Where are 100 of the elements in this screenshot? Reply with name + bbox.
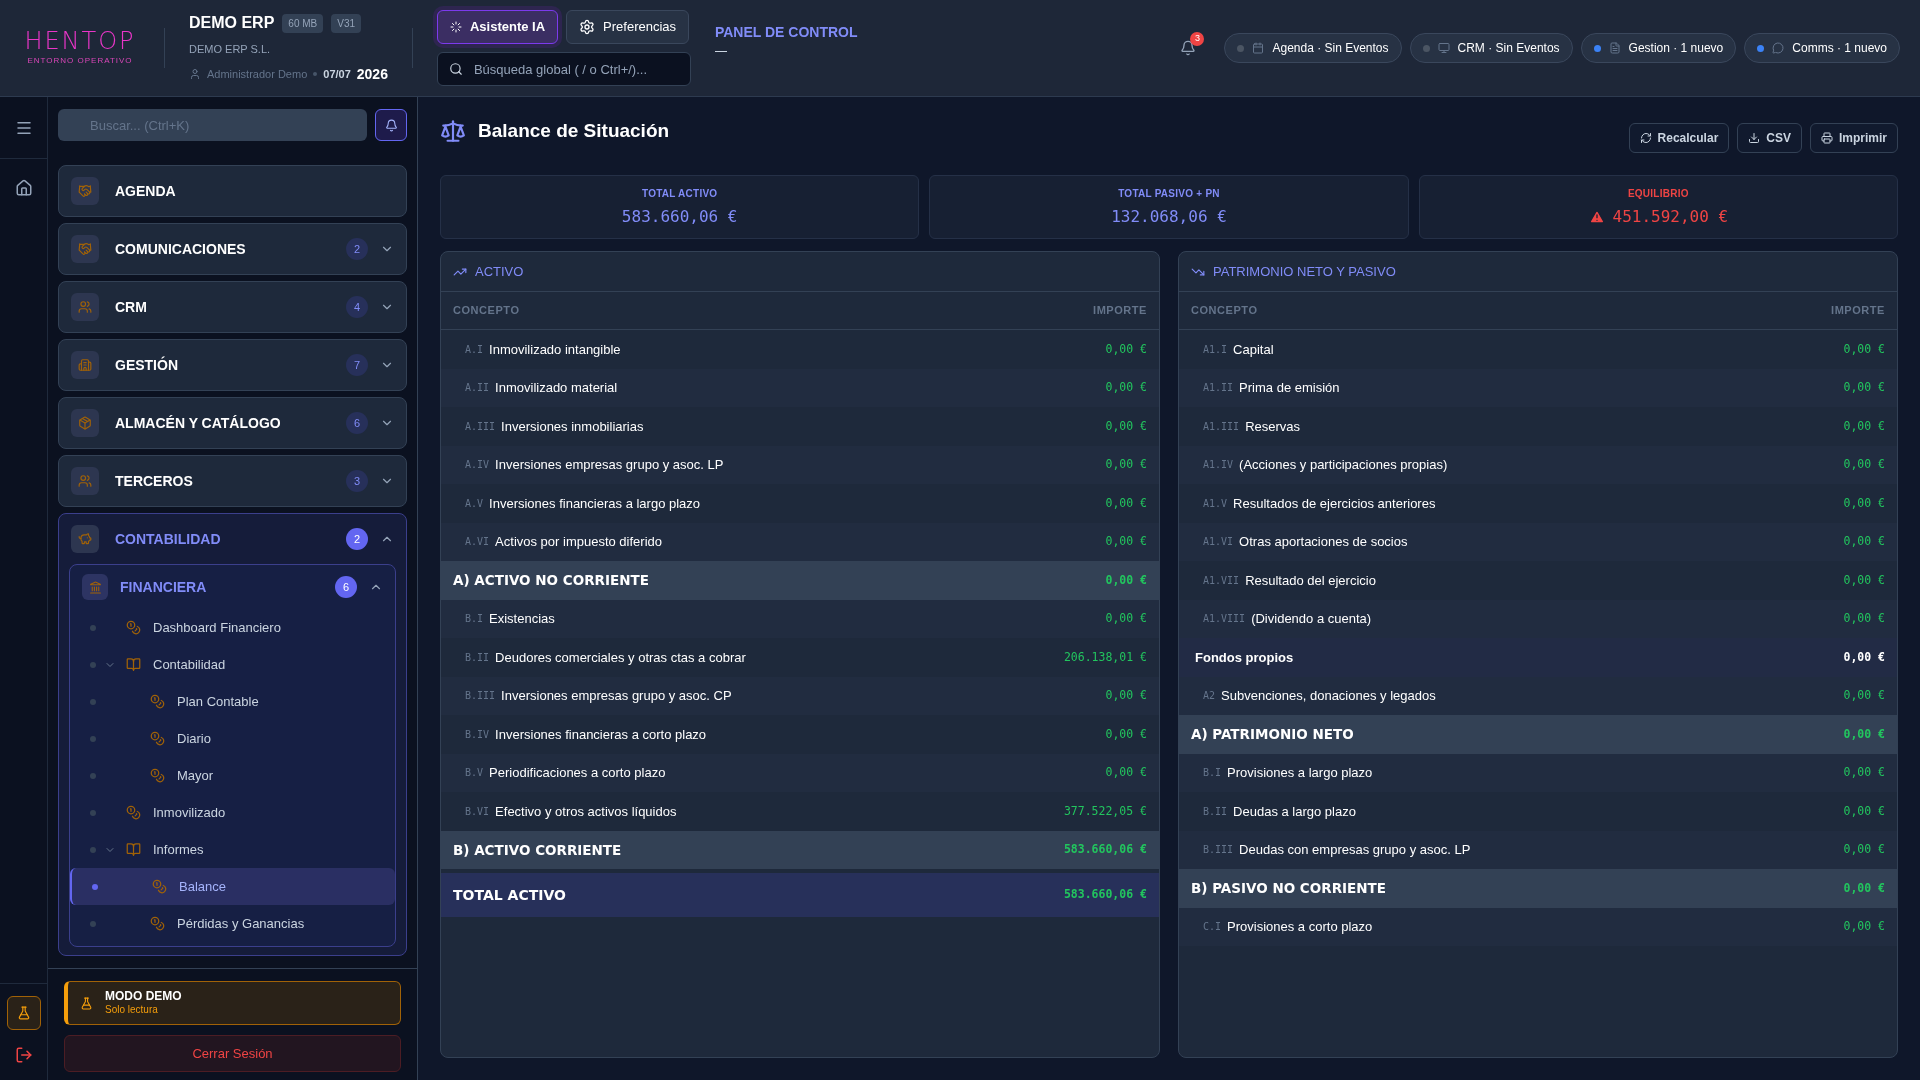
row-amount: 0,00 € (1105, 764, 1147, 782)
column-header: CONCEPTO (453, 303, 520, 319)
row-concept: Otras aportaciones de socios (1239, 533, 1408, 551)
row-code: A1.IV (1203, 458, 1234, 473)
row-code: B.I (465, 612, 484, 627)
row-code: A.IV (465, 458, 490, 473)
nav-module-item[interactable]: ALMACÉN Y CATÁLOGO 6 (59, 398, 406, 448)
row-amount: 0,00 € (1843, 918, 1885, 936)
summary-card: EQUILIBRIO 451.592,00 € (1418, 175, 1898, 239)
count-badge: 6 (346, 412, 368, 434)
row-code: A1.I (1203, 342, 1228, 357)
row-amount: 0,00 € (1843, 879, 1885, 897)
nav-tree-item[interactable]: Contabilidad (70, 646, 395, 683)
date-text: 07/07 (323, 67, 351, 82)
row-concept: Efectivo y otros activos líquidos (495, 802, 677, 821)
summary-card: TOTAL PASIVO + PN 132.068,06 € (929, 175, 1409, 239)
home-icon[interactable] (14, 179, 33, 197)
company-title: DEMO ERP (189, 13, 275, 34)
count-badge: 3 (346, 470, 368, 492)
nav-tree-item[interactable]: Inmovilizado (70, 794, 395, 831)
row-amount: 0,00 € (1843, 533, 1885, 551)
flask-icon (80, 996, 93, 1010)
row-concept: Fondos propios (1195, 648, 1294, 667)
nav-group-item[interactable]: FINANCIERA 6 (70, 565, 395, 609)
nav-module-item[interactable]: AGENDA (59, 166, 406, 216)
row-amount: 0,00 € (1105, 725, 1147, 743)
row-code: C.I (1203, 920, 1222, 935)
preferences-button[interactable]: Preferencias (566, 10, 690, 44)
row-amount: 583.660,06 € (1063, 886, 1147, 904)
row-concept: Resultado del ejercicio (1245, 571, 1376, 590)
flask-button[interactable] (6, 996, 41, 1030)
row-amount: 0,00 € (1105, 340, 1147, 358)
row-concept: Existencias (489, 610, 555, 628)
row-concept: (Acciones y participaciones propias) (1239, 456, 1448, 474)
status-pill[interactable]: Agenda · Sin Eventos (1224, 33, 1402, 63)
row-amount: 377.522,05 € (1063, 802, 1147, 820)
row-code: A.V (465, 496, 484, 511)
column-header: IMPORTE (1093, 303, 1147, 319)
status-pill[interactable]: Comms · 1 nuevo (1744, 33, 1900, 63)
row-concept: Inmovilizado intangible (489, 340, 621, 359)
nav-module-item[interactable]: CONTABILIDAD 2 (59, 514, 406, 564)
status-pill[interactable]: Gestion · 1 nuevo (1580, 33, 1737, 63)
logout-button[interactable]: Cerrar Sesión (64, 1035, 401, 1072)
nav-tree-item[interactable]: Balance (70, 868, 395, 905)
bell-icon (384, 118, 398, 132)
user-icon (189, 68, 201, 81)
nav-module-item[interactable]: TERCEROS 3 (59, 456, 406, 506)
calendar-icon (1252, 42, 1265, 54)
row-amount: 0,00 € (1105, 456, 1147, 474)
nav-tree-item[interactable]: Informes (70, 831, 395, 868)
nav-module-item[interactable]: CRM 4 (59, 282, 406, 332)
nav-tree-item[interactable]: Diario (70, 720, 395, 757)
row-amount: 0,00 € (1843, 494, 1885, 512)
bell-button[interactable] (375, 109, 407, 141)
row-concept: Deudas a largo plazo (1233, 802, 1356, 821)
logout-icon[interactable] (14, 1046, 33, 1064)
row-amount: 0,00 € (1843, 841, 1885, 859)
row-concept: A) PATRIMONIO NETO (1191, 725, 1354, 745)
flask-icon (16, 1006, 31, 1020)
nav-module-item[interactable]: GESTIÓN 7 (59, 340, 406, 390)
row-concept: Inversiones financieras a largo plazo (489, 494, 701, 513)
toolbar-button[interactable]: CSV (1737, 123, 1802, 153)
row-code: A1.V (1203, 496, 1228, 511)
toolbar-button[interactable]: Imprimir (1810, 123, 1898, 153)
gear-icon (579, 19, 596, 35)
count-badge: 4 (346, 296, 368, 318)
search-icon (448, 62, 463, 76)
row-concept: B) ACTIVO CORRIENTE (453, 840, 622, 860)
status-pill[interactable]: CRM · Sin Eventos (1409, 33, 1573, 63)
user-name: Administrador Demo (207, 67, 308, 82)
row-concept: Prima de emisión (1239, 379, 1340, 397)
count-badge: 6 (335, 576, 357, 598)
global-search-field[interactable]: Búsqueda global ( / o Ctrl+/)... (436, 52, 691, 86)
nav-module-item[interactable]: COMUNICACIONES 2 (59, 224, 406, 274)
info-badge: 60 MB (282, 13, 324, 33)
nav-tree-item[interactable]: Plan Contable (70, 683, 395, 720)
bank-icon (88, 580, 102, 594)
row-code: A1.II (1203, 381, 1234, 396)
row-code: A.VI (465, 535, 490, 550)
nav-tree-item[interactable]: Dashboard Financiero (70, 609, 395, 646)
row-amount: 206.138,01 € (1063, 648, 1147, 666)
nav-tree-item[interactable]: Mayor (70, 757, 395, 794)
page-title: Balance de Situación (478, 119, 670, 143)
info-badge: V31 (331, 13, 362, 33)
row-concept: Capital (1233, 340, 1274, 359)
row-concept: Subvenciones, donaciones y legados (1221, 687, 1436, 705)
row-amount: 0,00 € (1843, 764, 1885, 782)
company-name: DEMO ERP S.L. (189, 42, 272, 58)
printer-icon (1821, 132, 1833, 144)
row-concept: (Dividendo a cuenta) (1251, 610, 1372, 628)
row-code: B.III (1203, 843, 1234, 858)
row-amount: 0,00 € (1843, 687, 1885, 705)
row-amount: 0,00 € (1105, 687, 1147, 705)
download-icon (1748, 132, 1761, 144)
row-code: A1.III (1203, 419, 1240, 434)
toolbar-button[interactable]: Recalcular (1628, 123, 1730, 153)
row-amount: 0,00 € (1843, 802, 1885, 820)
row-concept: Inmovilizado material (495, 379, 618, 397)
nav-tree-item[interactable]: Pérdidas y Ganancias (70, 905, 395, 942)
count-badge: 7 (346, 354, 368, 376)
